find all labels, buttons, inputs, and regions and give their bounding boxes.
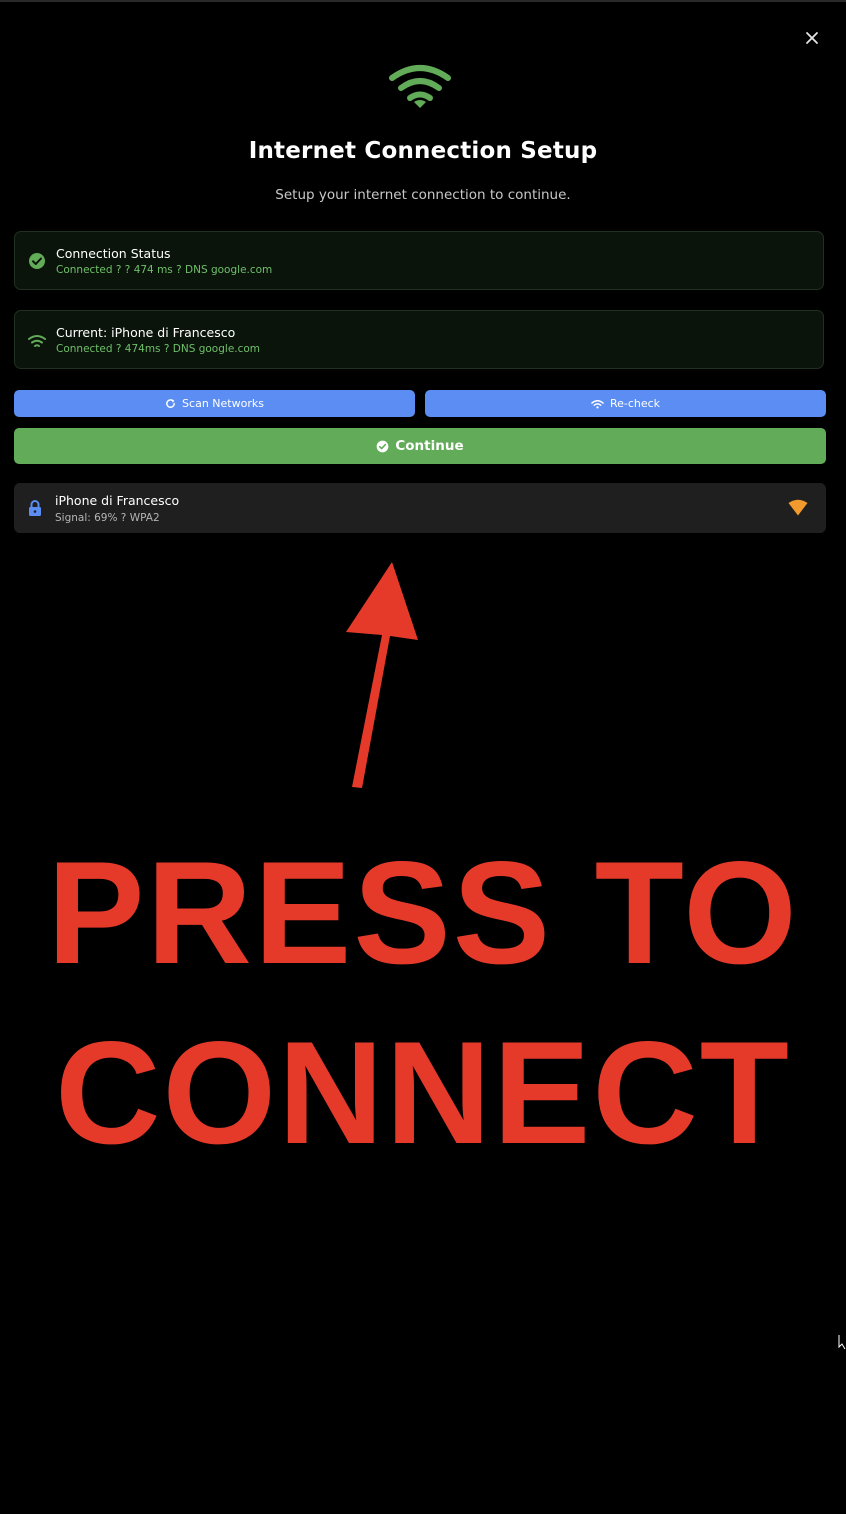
close-button[interactable] bbox=[800, 26, 824, 50]
refresh-icon bbox=[166, 399, 175, 408]
network-name: iPhone di Francesco bbox=[55, 493, 180, 508]
scan-networks-label: Scan Networks bbox=[182, 397, 264, 410]
check-circle-icon bbox=[377, 440, 389, 452]
current-network-card: Current: iPhone di Francesco Connected ?… bbox=[14, 310, 824, 369]
lock-icon bbox=[29, 500, 41, 516]
continue-label: Continue bbox=[395, 438, 464, 454]
annotation-text-line1: PRESS TO bbox=[47, 831, 799, 994]
connection-setup-window: Internet Connection Setup Setup your int… bbox=[0, 0, 846, 1514]
signal-icon bbox=[788, 499, 808, 516]
close-icon bbox=[806, 32, 818, 44]
wifi-icon bbox=[389, 65, 451, 108]
wifi-icon bbox=[28, 335, 46, 347]
status-card-title: Connection Status bbox=[56, 246, 171, 261]
current-network-title: Current: iPhone di Francesco bbox=[56, 325, 236, 340]
scan-networks-button[interactable]: Scan Networks bbox=[14, 390, 415, 417]
mouse-cursor-icon bbox=[838, 1335, 846, 1350]
recheck-button[interactable]: Re-check bbox=[425, 390, 826, 417]
network-list-item[interactable]: iPhone di Francesco Signal: 69% ? WPA2 bbox=[14, 483, 826, 533]
status-card-detail: Connected ? ? 474 ms ? DNS google.com bbox=[56, 264, 273, 276]
current-network-detail: Connected ? 474ms ? DNS google.com bbox=[56, 343, 261, 355]
dialog-title: Internet Connection Setup bbox=[248, 138, 598, 164]
network-detail: Signal: 69% ? WPA2 bbox=[55, 512, 160, 524]
wifi-icon bbox=[591, 399, 604, 408]
annotation-arrow bbox=[346, 562, 418, 788]
check-circle-icon bbox=[29, 253, 45, 269]
recheck-label: Re-check bbox=[609, 397, 661, 410]
annotation-text-line2: CONNECT bbox=[55, 1011, 791, 1174]
dialog-subtitle: Setup your internet connection to contin… bbox=[275, 187, 571, 203]
continue-button[interactable]: Continue bbox=[14, 428, 826, 464]
connection-status-card: Connection Status Connected ? ? 474 ms ?… bbox=[14, 231, 824, 290]
